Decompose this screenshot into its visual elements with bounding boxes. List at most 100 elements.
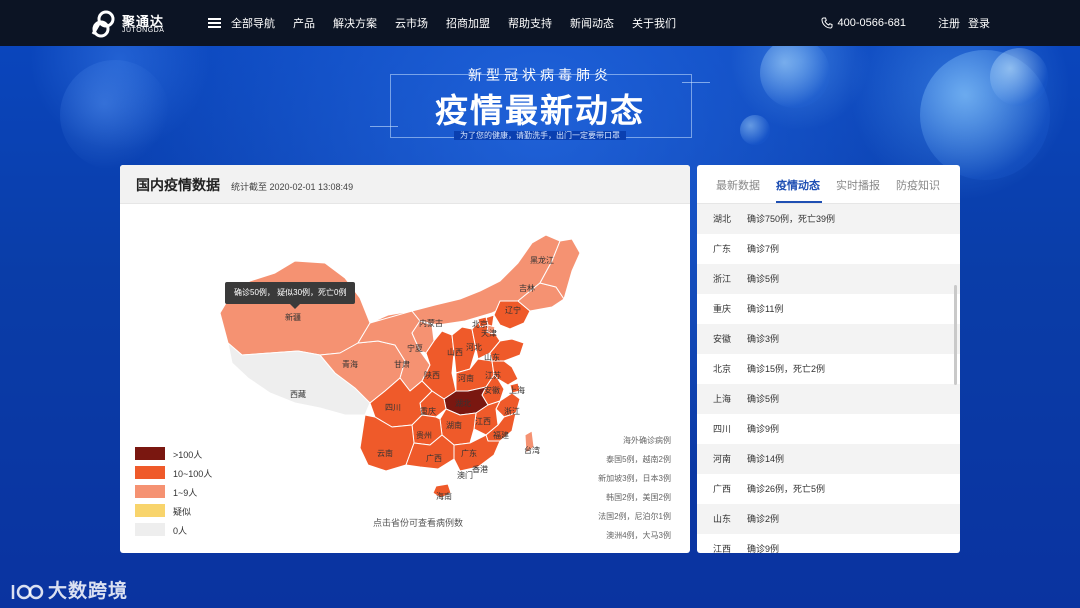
hero-tagline-wrap: 为了您的健康，请勤洗手，出门一定要带口罩 [370,130,710,141]
watermark-text: 大数跨境 [48,581,129,602]
nav-item-about[interactable]: 关于我们 [632,15,676,31]
legend-label: 1~9人 [173,488,198,498]
map-label-fujian: 福建 [493,430,509,440]
map-label-shanghai: 上海 [509,385,525,395]
map-hint: 点击省份可查看病例数 [373,518,464,528]
hero-tagline: 为了您的健康，请勤洗手，出门一定要带口罩 [454,131,626,140]
map-label-taiwan: 台湾 [524,445,540,455]
list-item[interactable]: 广西 确诊26例，死亡5例 [697,474,960,504]
main-nav: 全部导航 产品 解决方案 云市场 招商加盟 帮助支持 新闻动态 关于我们 [208,0,694,46]
map-label-guangdong: 广东 [461,448,477,458]
overseas-cases: 海外确诊病例 泰国5例，越南2例 新加坡3例，日本3例 韩国2例，美国2例 法国… [598,431,671,545]
list-item[interactable]: 河南 确诊14例 [697,444,960,474]
nav-item-support[interactable]: 帮助支持 [508,15,552,31]
decor-bubble [760,38,830,108]
decor-bubble [60,60,170,170]
overseas-line: 澳洲4例，大马3例 [606,531,671,540]
list-item[interactable]: 安徽 确诊3例 [697,324,960,354]
row-info: 确诊750例，死亡39例 [747,214,836,224]
legend-swatch [135,504,165,517]
active-tab-indicator [776,201,822,203]
map-label-guangxi: 广西 [426,453,442,463]
row-info: 确诊7例 [747,244,780,254]
legend-swatch [135,523,165,536]
top-navbar: 聚通达 JUTONGDA 全部导航 产品 解决方案 云市场 招商加盟 帮助支持 … [0,0,1080,46]
list-item[interactable]: 湖北 确诊750例，死亡39例 [697,204,960,234]
map-label-heilongjiang: 黑龙江 [530,255,554,265]
news-tabs: 最新数据 疫情动态 实时播报 防疫知识 [697,165,960,204]
map-label-guizhou: 贵州 [416,430,432,440]
tab-prevention[interactable]: 防疫知识 [896,177,940,193]
row-province: 广西 [713,484,732,494]
legend-label: 疑似 [173,507,192,517]
nav-item-products[interactable]: 产品 [293,15,315,31]
legend-label: 0人 [173,526,188,536]
logo-icon [91,10,115,38]
row-info: 确诊9例 [747,424,780,434]
row-info: 确诊9例 [747,544,780,553]
legend-swatch [135,447,165,460]
row-province: 重庆 [713,304,732,314]
map-label-xinjiang: 新疆 [285,312,301,322]
list-item[interactable]: 江西 确诊9例 [697,534,960,553]
map-label-qinghai: 青海 [342,359,358,369]
map-label-hebei: 河北 [466,342,482,352]
brand-logo[interactable]: 聚通达 JUTONGDA [90,8,170,40]
row-province: 北京 [713,364,732,374]
domestic-data-panel: 国内疫情数据 统计截至 2020-02-01 13:08:49 黑龙江 吉林 辽… [120,165,690,553]
map-label-liaoning: 辽宁 [505,305,521,315]
row-info: 确诊15例，死亡2例 [747,364,826,374]
map-label-xizang: 西藏 [290,389,306,399]
list-item[interactable]: 山东 确诊2例 [697,504,960,534]
map-label-shanxi: 山西 [447,347,463,357]
map-label-anhui: 安徽 [484,385,500,395]
map-label-hunan: 湖南 [446,420,462,430]
hotline-number[interactable]: 400-0566-681 [837,17,906,29]
panel-header: 国内疫情数据 统计截至 2020-02-01 13:08:49 [120,165,690,204]
map-tooltip: 确诊50例， 疑似30例，死亡0例 [225,282,356,304]
row-province: 湖北 [713,214,732,224]
map-label-jiangsu: 江苏 [485,370,501,380]
row-province: 江西 [713,544,732,553]
legend-label: >100人 [173,450,203,460]
decor-bubble [740,115,770,145]
stats-timestamp: 统计截至 2020-02-01 13:08:49 [231,182,354,192]
row-province: 四川 [713,424,732,434]
hero-banner: 新型冠状病毒肺炎 疫情最新动态 为了您的健康，请勤洗手，出门一定要带口罩 [370,62,710,142]
nav-item-all[interactable]: 全部导航 [231,15,275,31]
overseas-title: 海外确诊病例 [623,436,671,445]
list-scrollbar[interactable] [954,285,957,385]
map-label-macau: 澳门 [457,470,473,480]
tab-epidemic-news[interactable]: 疫情动态 [776,177,820,193]
list-item[interactable]: 广东 确诊7例 [697,234,960,264]
menu-icon[interactable] [208,18,221,28]
row-info: 确诊5例 [747,394,780,404]
news-panel: 最新数据 疫情动态 实时播报 防疫知识 湖北 确诊750例，死亡39例 广东 确诊7… [697,165,960,553]
map-label-zhejiang: 浙江 [504,406,520,416]
tab-latest-data[interactable]: 最新数据 [716,177,760,193]
register-link[interactable]: 注册 [938,15,960,31]
list-item[interactable]: 浙江 确诊5例 [697,264,960,294]
login-link[interactable]: 登录 [968,15,990,31]
tab-live-report[interactable]: 实时播报 [836,177,880,193]
nav-item-solutions[interactable]: 解决方案 [333,15,377,31]
province-neimenggu[interactable] [369,234,561,326]
list-item[interactable]: 北京 确诊15例，死亡2例 [697,354,960,384]
overseas-line: 韩国2例，美国2例 [606,493,671,502]
map-label-hongkong: 香港 [472,464,488,474]
nav-item-cloud-market[interactable]: 云市场 [395,15,428,31]
nav-item-partners[interactable]: 招商加盟 [446,15,490,31]
watermark: 大数跨境 [10,576,128,603]
list-item[interactable]: 上海 确诊5例 [697,384,960,414]
list-item[interactable]: 四川 确诊9例 [697,414,960,444]
row-province: 上海 [713,394,732,404]
list-item[interactable]: 重庆 确诊11例 [697,294,960,324]
nav-item-news[interactable]: 新闻动态 [570,15,614,31]
row-province: 浙江 [713,274,732,284]
row-info: 确诊2例 [747,514,780,524]
map-label-yunnan: 云南 [377,448,393,458]
overseas-line: 新加坡3例，日本3例 [598,474,671,483]
decor-bubble [990,48,1048,106]
nav-right: 400-0566-681 注册 登录 [821,0,990,46]
map-label-ningxia: 宁夏 [407,343,423,353]
